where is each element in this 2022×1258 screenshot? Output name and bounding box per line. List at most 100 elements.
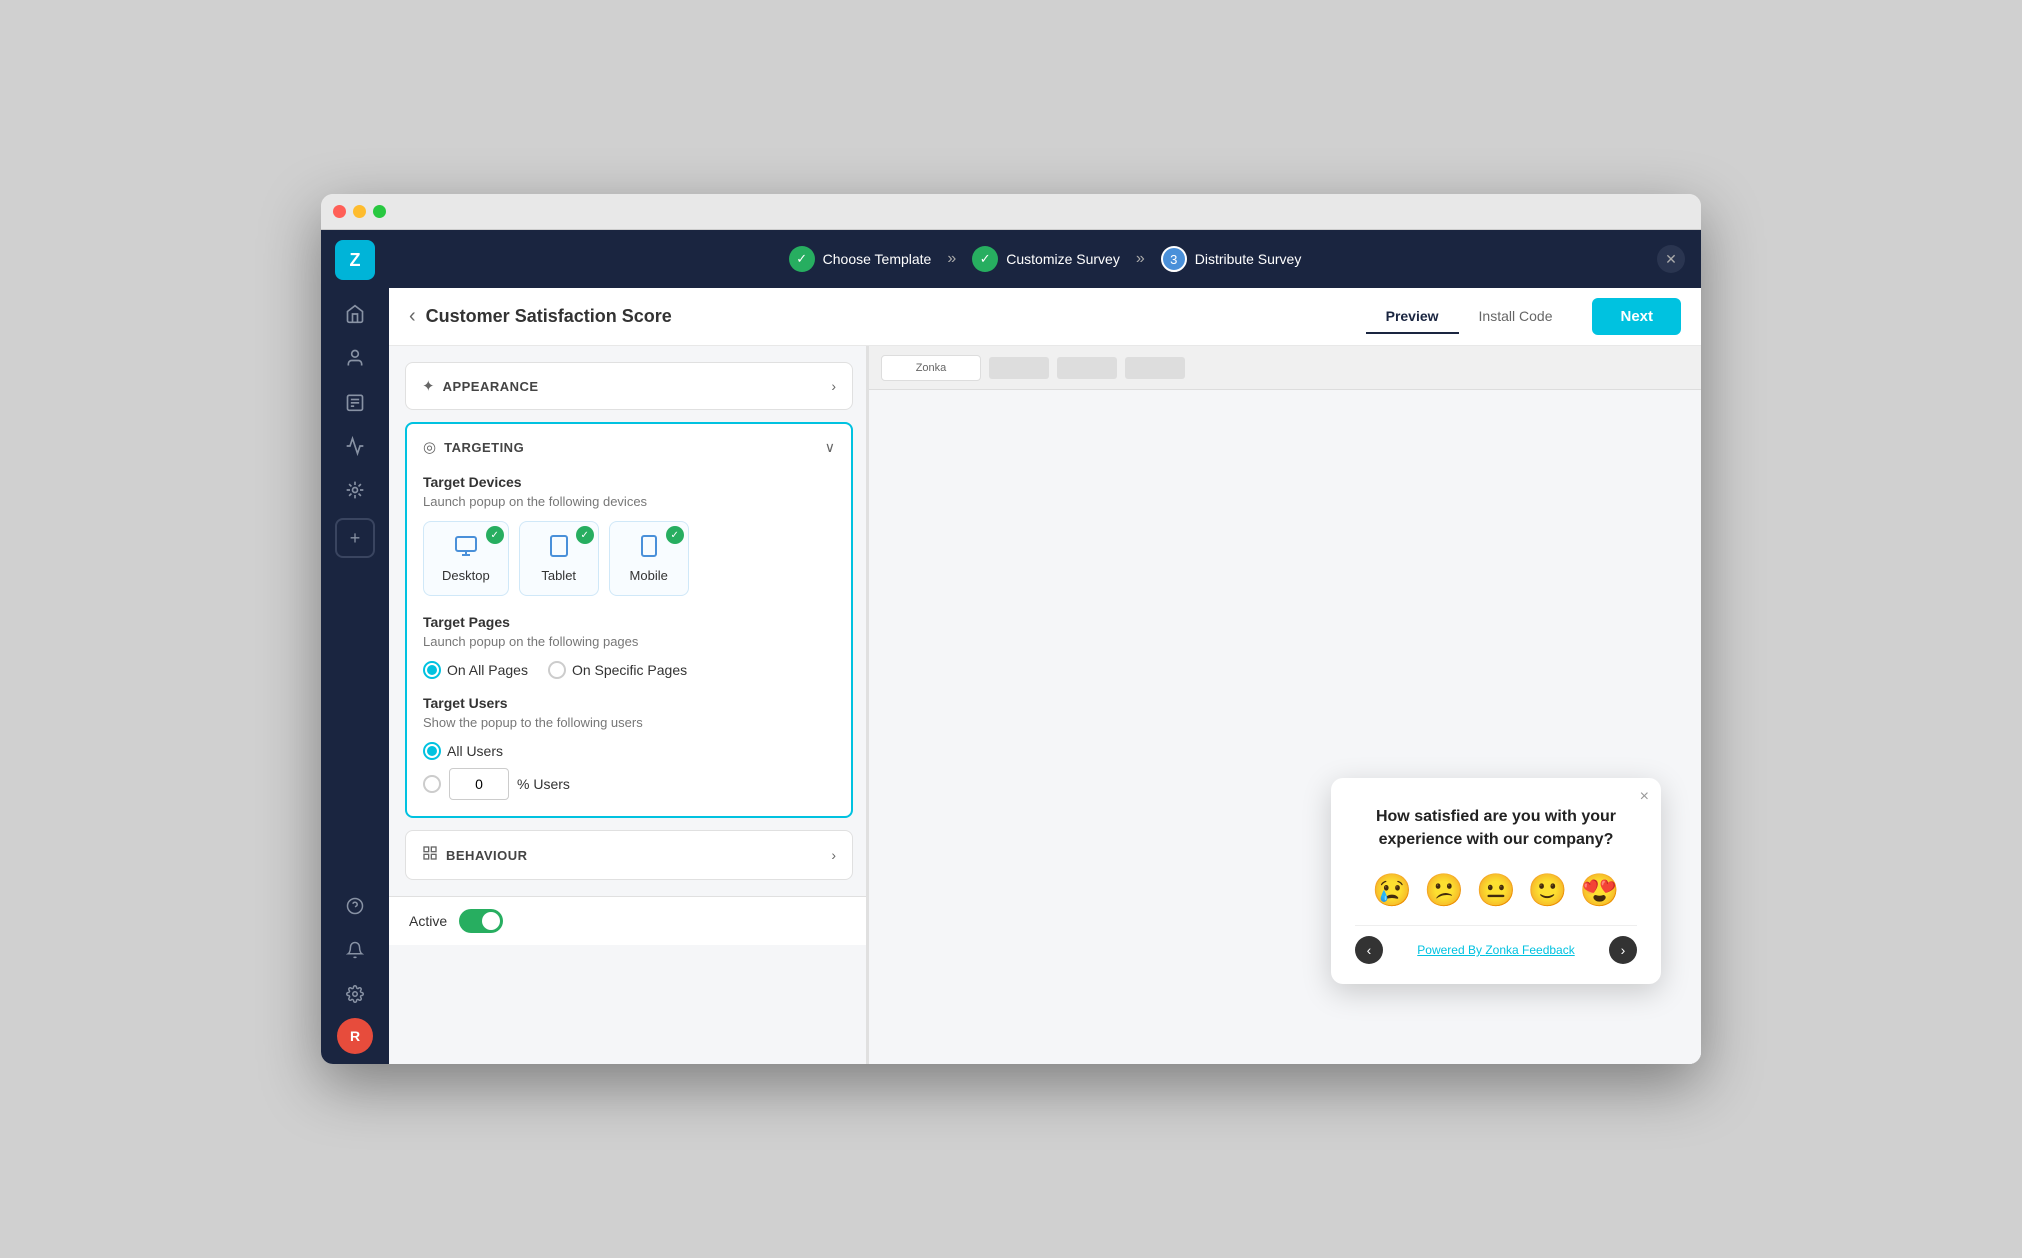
back-button[interactable]: ‹ — [409, 305, 416, 328]
appearance-icon: ✦ — [422, 377, 435, 395]
desktop-icon — [442, 534, 490, 564]
steps-container: ✓ Choose Template » ✓ Customize Survey »… — [789, 246, 1302, 272]
browser-nav-3 — [1125, 357, 1185, 379]
sidebar-bottom: R — [335, 886, 375, 1054]
appearance-title: APPEARANCE — [443, 379, 539, 394]
sidebar-item-analytics[interactable] — [335, 426, 375, 466]
sidebar-logo[interactable]: Z — [335, 240, 375, 280]
powered-by: Powered By Zonka Feedback — [1417, 943, 1574, 957]
step-2-icon: ✓ — [972, 246, 998, 272]
left-panel-wrapper: ✦ APPEARANCE › ◎ TARGETING — [389, 346, 869, 1064]
radio-all-users-label: All Users — [447, 743, 503, 759]
close-window-button[interactable] — [333, 205, 346, 218]
percent-input[interactable] — [449, 768, 509, 800]
emoji-sad[interactable]: 😕 — [1424, 871, 1464, 909]
device-mobile[interactable]: ✓ Mobile — [609, 521, 689, 596]
target-devices-desc: Launch popup on the following devices — [423, 494, 835, 509]
targeting-header[interactable]: ◎ TARGETING ∨ — [407, 424, 851, 470]
page-header: ‹ Customer Satisfaction Score Preview In… — [389, 288, 1701, 346]
tab-install-code[interactable]: Install Code — [1459, 300, 1573, 334]
radio-all-users-circle — [423, 742, 441, 760]
radio-specific-pages-circle — [548, 661, 566, 679]
sidebar-add-button[interactable]: + — [335, 518, 375, 558]
active-label: Active — [409, 913, 447, 929]
avatar[interactable]: R — [337, 1018, 373, 1054]
target-pages-radio-group: On All Pages On Specific Pages — [423, 661, 835, 679]
sidebar-item-surveys[interactable] — [335, 382, 375, 422]
step-1-icon: ✓ — [789, 246, 815, 272]
behaviour-icon — [422, 845, 438, 865]
sidebar-item-home[interactable] — [335, 294, 375, 334]
radio-specific-pages[interactable]: On Specific Pages — [548, 661, 687, 679]
browser-nav-2 — [1057, 357, 1117, 379]
device-grid: ✓ Desktop — [423, 521, 835, 596]
powered-by-link[interactable]: Zonka Feedback — [1485, 943, 1574, 957]
radio-percent-circle[interactable] — [423, 775, 441, 793]
device-tablet[interactable]: ✓ Tablet — [519, 521, 599, 596]
behaviour-header-left: BEHAVIOUR — [422, 845, 528, 865]
step-3-label: Distribute Survey — [1195, 251, 1302, 267]
emoji-happy[interactable]: 🙂 — [1528, 871, 1568, 909]
active-toggle[interactable] — [459, 909, 503, 933]
mobile-icon — [628, 534, 670, 564]
toggle-knob — [482, 912, 500, 930]
step-choose-template: ✓ Choose Template — [789, 246, 932, 272]
step-1-label: Choose Template — [823, 251, 932, 267]
browser-topbar: Zonka — [869, 346, 1701, 390]
top-nav: ✓ Choose Template » ✓ Customize Survey »… — [389, 230, 1701, 288]
page-title: Customer Satisfaction Score — [426, 306, 1366, 327]
sidebar-help-button[interactable] — [335, 886, 375, 926]
minimize-window-button[interactable] — [353, 205, 366, 218]
desktop-check-icon: ✓ — [486, 526, 504, 544]
behaviour-chevron-icon: › — [831, 847, 836, 863]
device-desktop[interactable]: ✓ Desktop — [423, 521, 509, 596]
target-users-section: Target Users Show the popup to the follo… — [423, 695, 835, 800]
sidebar-item-contacts[interactable] — [335, 338, 375, 378]
emoji-very-happy[interactable]: 😍 — [1580, 871, 1620, 909]
targeting-title: TARGETING — [444, 440, 524, 455]
sidebar-notifications-button[interactable] — [335, 930, 375, 970]
step-2-label: Customize Survey — [1006, 251, 1120, 267]
popup-close-button[interactable]: × — [1640, 788, 1649, 806]
maximize-window-button[interactable] — [373, 205, 386, 218]
targeting-header-left: ◎ TARGETING — [423, 438, 524, 456]
radio-all-pages[interactable]: On All Pages — [423, 661, 528, 679]
radio-all-pages-label: On All Pages — [447, 662, 528, 678]
target-pages-desc: Launch popup on the following pages — [423, 634, 835, 649]
behaviour-title: BEHAVIOUR — [446, 848, 528, 863]
browser-preview: Zonka × How satisfied are you with your … — [869, 346, 1701, 1064]
tablet-label: Tablet — [538, 568, 580, 583]
appearance-header-left: ✦ APPEARANCE — [422, 377, 539, 395]
browser-url-bar: Zonka — [881, 355, 981, 381]
mobile-label: Mobile — [628, 568, 670, 583]
left-panel: ✦ APPEARANCE › ◎ TARGETING — [389, 346, 869, 896]
sidebar-settings-button[interactable] — [335, 974, 375, 1014]
radio-all-users[interactable]: All Users — [423, 742, 503, 760]
bottom-bar: Active — [389, 896, 866, 945]
behaviour-header[interactable]: BEHAVIOUR › — [406, 831, 852, 879]
emoji-neutral[interactable]: 😐 — [1476, 871, 1516, 909]
tab-preview[interactable]: Preview — [1366, 300, 1459, 334]
close-button[interactable]: ✕ — [1657, 245, 1685, 273]
percent-input-row: % Users — [423, 768, 835, 800]
plus-icon: + — [350, 528, 361, 549]
sidebar-item-integrations[interactable] — [335, 470, 375, 510]
next-button[interactable]: Next — [1592, 298, 1681, 335]
radio-specific-pages-label: On Specific Pages — [572, 662, 687, 678]
step-arrow-2: » — [1136, 250, 1145, 268]
popup-next-button[interactable]: › — [1609, 936, 1637, 964]
popup-prev-button[interactable]: ‹ — [1355, 936, 1383, 964]
step-distribute-survey: 3 Distribute Survey — [1161, 246, 1302, 272]
survey-popup: × How satisfied are you with your experi… — [1331, 778, 1661, 984]
targeting-section: ◎ TARGETING ∨ Target Devices Launch popu… — [405, 422, 853, 818]
radio-all-pages-circle — [423, 661, 441, 679]
targeting-chevron-icon: ∨ — [825, 439, 835, 456]
emoji-very-sad[interactable]: 😢 — [1372, 871, 1412, 909]
desktop-label: Desktop — [442, 568, 490, 583]
powered-by-text: Powered By — [1417, 943, 1485, 957]
header-tabs: Preview Install Code — [1366, 300, 1573, 334]
appearance-header[interactable]: ✦ APPEARANCE › — [406, 363, 852, 409]
target-users-desc: Show the popup to the following users — [423, 715, 835, 730]
appearance-chevron-icon: › — [831, 378, 836, 394]
step-3-icon: 3 — [1161, 246, 1187, 272]
